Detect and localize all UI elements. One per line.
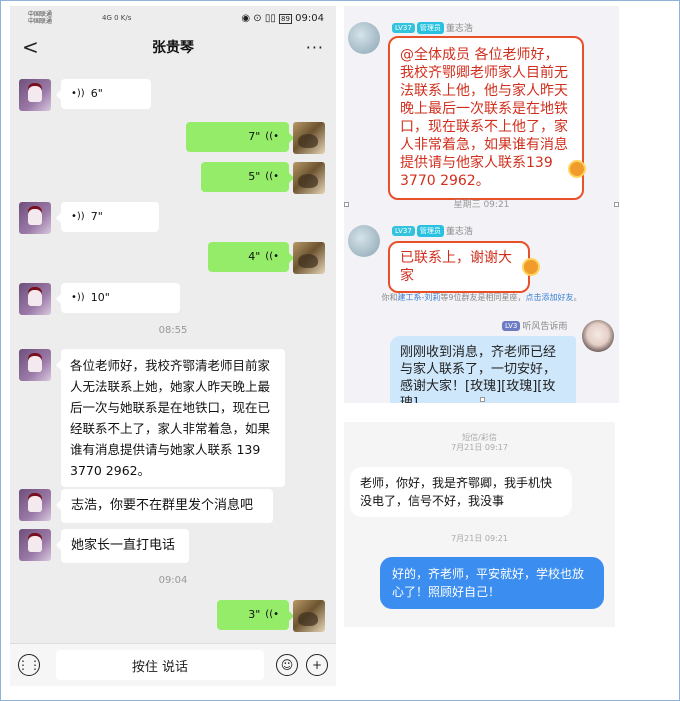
voice-wave-icon: ((• xyxy=(265,609,279,620)
text-message[interactable]: 志浩，你要不在群里发个消息吧 xyxy=(56,489,273,523)
sms-date: 7月21日 09:17 xyxy=(451,443,508,452)
notice-middle: 等9位群友是相同星座， xyxy=(440,293,526,302)
voice-message[interactable]: •)) 10" xyxy=(56,283,180,313)
wechat-chat-screen: 中国联通 中国联通 4G 0 K/s ◉ ⊙ ▯▯ 89 09:04 < 张贵琴… xyxy=(10,6,336,686)
status-icons: ◉ ⊙ ▯▯ xyxy=(241,12,280,24)
sms-type-label: 短信/彩信 xyxy=(462,433,497,442)
sender-name: 董志浩 xyxy=(445,227,473,237)
emoji-icon[interactable]: ☺ xyxy=(276,654,298,676)
battery-level: 89 xyxy=(279,13,292,24)
carrier-1: 中国联通 xyxy=(28,11,53,18)
group-message[interactable]: @全体成员 各位老师好，我校齐鄂卿老师家人目前无法联系上他，他与家人昨天晚上最后… xyxy=(388,36,584,200)
voice-duration: 10" xyxy=(90,291,110,304)
admin-avatar[interactable] xyxy=(348,22,380,54)
sender-name: 董志浩 xyxy=(445,24,473,34)
admin-badge: 管理员 xyxy=(416,224,444,237)
text-message[interactable]: 各位老师好，我校齐鄂清老师目前家人无法联系上她，她家人昨天晚上最后一次与她联系是… xyxy=(56,349,285,487)
system-notice: 你和建工系-刘莉等9位群友是相同星座，点击添加好友。 xyxy=(344,292,619,303)
plus-icon[interactable]: + xyxy=(306,654,328,676)
status-right: ◉ ⊙ ▯▯ 89 09:04 xyxy=(241,13,324,24)
voice-wave-icon: ((• xyxy=(265,171,279,182)
voice-duration: 5" xyxy=(248,170,261,183)
voice-duration: 7" xyxy=(248,130,261,143)
flower-sticker-icon xyxy=(570,162,584,176)
status-bar: 中国联通 中国联通 4G 0 K/s ◉ ⊙ ▯▯ 89 09:04 xyxy=(10,6,336,30)
self-avatar[interactable] xyxy=(293,600,325,632)
voice-wave-icon: •)) xyxy=(71,88,85,99)
chat-title: 张贵琴 xyxy=(152,40,194,56)
chat-timestamp: 09:04 xyxy=(158,575,188,586)
sms-screen: 短信/彩信 7月21日 09:17 老师，你好，我是齐鄂卿，我手机快没电了，信号… xyxy=(344,422,615,627)
admin-badge: 管理员 xyxy=(416,21,444,34)
member-avatar[interactable] xyxy=(582,320,614,352)
carrier-2: 中国联通 xyxy=(28,18,53,25)
self-avatar[interactable] xyxy=(293,122,325,154)
voice-duration: 4" xyxy=(248,250,261,263)
crop-handle xyxy=(614,202,619,207)
sender-name: 听风告诉雨 xyxy=(522,322,568,332)
sender-nick: LV37 管理员 董志浩 xyxy=(392,21,473,34)
sender-nick: LV37 管理员 董志浩 xyxy=(392,224,473,237)
contact-avatar[interactable] xyxy=(19,202,51,234)
voice-wave-icon: •)) xyxy=(71,292,85,303)
chat-timestamp: 08:55 xyxy=(158,325,188,336)
image-frame: 中国联通 中国联通 4G 0 K/s ◉ ⊙ ▯▯ 89 09:04 < 张贵琴… xyxy=(0,0,680,701)
status-time: 09:04 xyxy=(295,12,324,24)
contact-avatar[interactable] xyxy=(19,349,51,381)
outgoing-sms[interactable]: 好的，齐老师，平安就好，学校也放心了！照顾好自己！ xyxy=(380,557,604,609)
flower-sticker-icon xyxy=(524,260,538,274)
add-friend-link[interactable]: 点击添加好友 xyxy=(525,293,573,302)
back-button[interactable]: < xyxy=(22,35,46,59)
voice-message[interactable]: 4" ((• xyxy=(208,242,294,272)
voice-duration: 7" xyxy=(90,210,103,223)
input-bar: ⋮⋮ 按住 说话 ☺ + xyxy=(10,643,336,686)
notice-prefix: 你和 xyxy=(381,293,398,302)
voice-message[interactable]: •)) 6" xyxy=(56,79,151,109)
incoming-sms[interactable]: 老师，你好，我是齐鄂卿，我手机快没电了，信号不好，我没事 xyxy=(350,467,572,517)
notice-member-link[interactable]: 建工系-刘莉 xyxy=(398,293,441,302)
chat-header: < 张贵琴 ··· xyxy=(10,30,336,64)
level-badge: LV3 xyxy=(502,320,521,331)
self-avatar[interactable] xyxy=(293,242,325,274)
crop-handle xyxy=(344,202,349,207)
group-message[interactable]: 刚刚收到消息，齐老师已经与家人联系了，一切安好，感谢大家！[玫瑰][玫瑰][玫瑰… xyxy=(390,336,576,403)
voice-message[interactable]: •)) 7" xyxy=(56,202,159,232)
hold-to-talk-button[interactable]: 按住 说话 xyxy=(56,650,264,680)
level-badge: LV37 xyxy=(392,22,415,33)
voice-duration: 6" xyxy=(90,87,103,100)
text-message[interactable]: 她家长一直打电话 xyxy=(56,529,189,563)
voice-wave-icon: ((• xyxy=(265,251,279,262)
voice-duration: 3" xyxy=(248,608,261,621)
contact-avatar[interactable] xyxy=(19,529,51,561)
self-avatar[interactable] xyxy=(293,162,325,194)
keyboard-voice-icon[interactable]: ⋮⋮ xyxy=(17,654,41,676)
notice-suffix: 。 xyxy=(573,293,582,302)
voice-message[interactable]: 5" ((• xyxy=(201,162,294,192)
contact-avatar[interactable] xyxy=(19,79,51,111)
group-timestamp: 星期三 09:21 xyxy=(453,200,510,210)
more-button[interactable]: ··· xyxy=(300,38,324,57)
network-type: 4G xyxy=(102,14,112,22)
voice-wave-icon: •)) xyxy=(71,211,85,222)
group-message[interactable]: 已联系上，谢谢大家 xyxy=(388,241,530,293)
net-speed: 0 K/s xyxy=(114,14,132,22)
voice-message[interactable]: 3" ((• xyxy=(217,600,294,630)
level-badge: LV37 xyxy=(392,225,415,236)
sender-nick: LV3 听风告诉雨 xyxy=(502,319,567,332)
admin-avatar[interactable] xyxy=(348,225,380,257)
voice-message[interactable]: 7" ((• xyxy=(186,122,294,152)
qq-group-screen: LV37 管理员 董志浩 @全体成员 各位老师好，我校齐鄂卿老师家人目前无法联系… xyxy=(344,6,619,403)
voice-wave-icon: ((• xyxy=(265,131,279,142)
crop-handle xyxy=(480,397,485,402)
contact-avatar[interactable] xyxy=(19,489,51,521)
contact-avatar[interactable] xyxy=(19,283,51,315)
sms-date: 7月21日 09:21 xyxy=(451,534,508,543)
carrier-info: 中国联通 中国联通 xyxy=(28,11,52,25)
